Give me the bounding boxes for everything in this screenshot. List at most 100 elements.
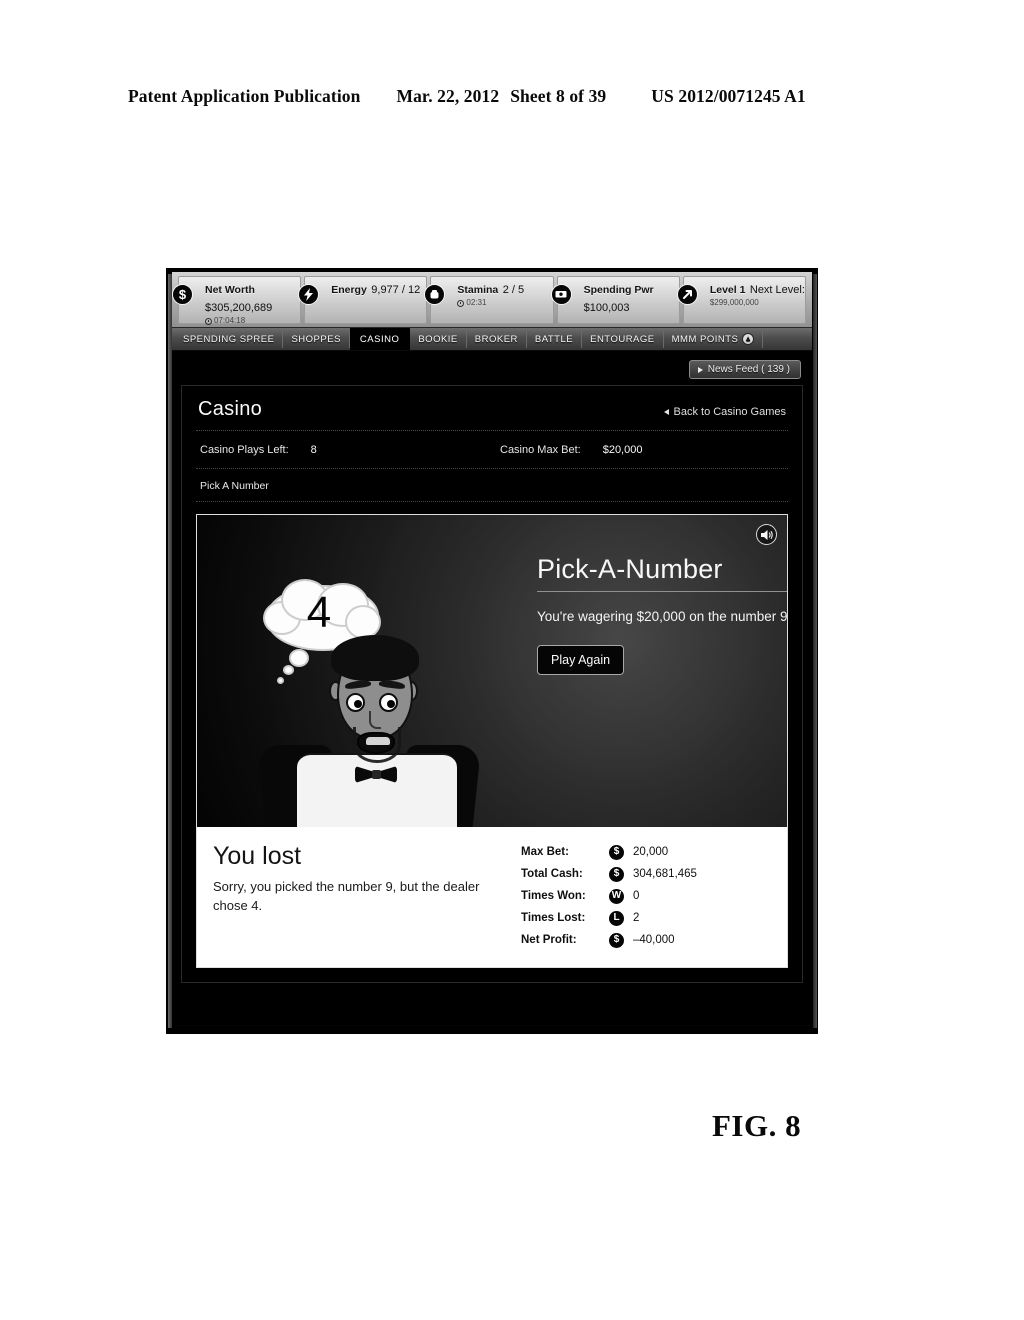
clock-icon: [457, 299, 465, 307]
stat-energy[interactable]: Energy 9,977 / 12: [298, 276, 428, 324]
result-body: Sorry, you picked the number 9, but the …: [213, 879, 480, 914]
table-row: Total Cash: $ 304,681,465: [521, 863, 771, 885]
nav-tab-broker[interactable]: BROKER: [467, 330, 527, 348]
result-heading: You lost: [213, 842, 302, 870]
triangle-left-icon: [663, 409, 669, 415]
player-stats-bar: $ Net Worth $305,200,689 07:04:18 Energy…: [172, 272, 812, 328]
dollar-icon: $: [609, 866, 624, 882]
back-to-casino-games-link[interactable]: Back to Casino Games: [663, 406, 786, 418]
nav-tab-mmm-points[interactable]: MMM POINTS ▲: [664, 330, 764, 348]
next-level-value: $299,000,000: [709, 298, 759, 307]
table-row: Times Won: W 0: [521, 885, 771, 907]
stat-net-worth[interactable]: $ Net Worth $305,200,689 07:04:18: [172, 276, 302, 326]
table-row: Max Bet: $ 20,000: [521, 841, 771, 863]
stat-spending-power[interactable]: Spending Pwr $100,003: [550, 276, 680, 324]
stat-row-label: Times Won:: [521, 890, 586, 902]
stat-timer-text: 07:04:18: [214, 316, 246, 325]
fist-icon: [424, 284, 446, 305]
casino-max-bet: Casino Max Bet: $20,000: [500, 444, 642, 456]
stat-timer: 07:04:18: [205, 316, 300, 326]
speaker-icon[interactable]: [756, 524, 777, 545]
casino-panel-header: Casino Back to Casino Games: [196, 386, 788, 431]
casino-meta-row: Casino Plays Left: 8 Casino Max Bet: $20…: [196, 431, 788, 469]
triangle-right-icon: [697, 366, 703, 373]
nav-tab-casino[interactable]: CASINO: [349, 328, 411, 350]
stat-timer: 02:31: [457, 298, 524, 308]
wager-text: You're wagering $20,000 on the number 9.: [537, 609, 787, 625]
pick-a-number-game: 4 Pick-A-Number You're wagering $20,000 …: [196, 514, 788, 968]
game-result-panel: You lost Sorry, you picked the number 9,…: [197, 827, 787, 967]
casino-panel: Casino Back to Casino Games Casino Plays…: [181, 385, 803, 983]
table-row: Net Profit: $ –40,000: [521, 929, 771, 951]
stat-row-label: Total Cash:: [521, 868, 583, 880]
mmm-points-icon: ▲: [742, 333, 755, 345]
nav-tab-label: MMM POINTS: [671, 333, 739, 345]
max-bet-label: Casino Max Bet:: [500, 444, 581, 456]
screenshot-frame: $ Net Worth $305,200,689 07:04:18 Energy…: [166, 268, 818, 1034]
stat-row-value: 20,000: [633, 846, 669, 858]
stat-label: Level 1: [709, 284, 746, 296]
lost-icon: L: [609, 910, 624, 926]
nav-tab-label: SPENDING SPREE: [183, 333, 275, 345]
patent-publication-number: US 2012/0071245 A1: [651, 86, 806, 106]
money-stack-icon: [550, 284, 572, 305]
game-copy-block: Pick-A-Number You're wagering $20,000 on…: [537, 555, 787, 675]
nav-tab-entourage[interactable]: ENTOURAGE: [582, 330, 664, 348]
casino-plays-left: Casino Plays Left: 8: [200, 444, 500, 456]
game-title: Pick-A-Number: [537, 555, 787, 593]
nav-tab-label: SHOPPES: [291, 333, 341, 345]
stat-label: Net Worth: [205, 284, 255, 296]
plays-left-value: 8: [310, 444, 317, 456]
arrow-up-icon: [676, 284, 698, 305]
stat-value: Next Level:: [749, 284, 805, 296]
nav-tab-label: CASINO: [359, 333, 400, 345]
news-feed-row: News Feed ( 139 ): [181, 357, 803, 385]
news-feed-label: News Feed ( 139 ): [707, 364, 790, 375]
lightning-icon: [298, 284, 320, 305]
nav-tab-spending-spree[interactable]: SPENDING SPREE: [175, 330, 284, 348]
nav-tab-label: BATTLE: [534, 333, 574, 345]
stat-label: Stamina: [457, 284, 499, 296]
dollar-icon: $: [172, 284, 193, 305]
stat-row-value: –40,000: [633, 934, 675, 946]
max-bet-value: $20,000: [602, 444, 643, 456]
stat-row-label: Max Bet:: [521, 846, 569, 858]
nav-tab-battle[interactable]: BATTLE: [527, 330, 583, 348]
stat-stamina[interactable]: Stamina 2 / 5 02:31: [424, 276, 554, 324]
game-stage: 4 Pick-A-Number You're wagering $20,000 …: [197, 515, 787, 827]
won-icon: W: [609, 888, 624, 904]
stat-timer-text: 02:31: [466, 298, 487, 307]
bowtie: [355, 766, 397, 783]
stat-value: $100,003: [583, 302, 630, 314]
nav-tab-label: BOOKIE: [418, 333, 458, 345]
stat-row-label: Times Lost:: [521, 912, 586, 924]
table-row: Times Lost: L 2: [521, 907, 771, 929]
nav-tab-label: ENTOURAGE: [590, 333, 655, 345]
dollar-icon: $: [609, 844, 624, 860]
result-stats-table: Max Bet: $ 20,000 Total Cash: $ 304,681,…: [513, 841, 771, 951]
figure-caption: FIG. 8: [712, 1108, 802, 1143]
next-level-amount: $299,000,000: [710, 298, 805, 308]
play-again-button[interactable]: Play Again: [537, 644, 625, 675]
dollar-icon: $: [609, 932, 624, 948]
patent-header: Patent Application Publication Mar. 22, …: [128, 86, 896, 107]
stat-label: Spending Pwr: [583, 284, 654, 296]
stat-row-value: 2: [633, 912, 640, 924]
nav-tab-bookie[interactable]: BOOKIE: [410, 330, 467, 348]
stat-value: $305,200,689: [205, 302, 273, 314]
main-navigation: SPENDING SPREE SHOPPES CASINO BOOKIE BRO…: [172, 328, 812, 351]
page-body: News Feed ( 139 ) Casino Back to Casino …: [172, 351, 812, 1025]
plays-left-label: Casino Plays Left:: [200, 444, 289, 456]
nav-tab-shoppes[interactable]: SHOPPES: [283, 330, 350, 348]
clock-icon: [205, 317, 212, 325]
dealer-chosen-number: 4: [306, 588, 332, 637]
stat-row-label: Net Profit:: [521, 934, 577, 946]
stat-level[interactable]: Level 1 Next Level: $299,000,000: [676, 276, 807, 324]
stat-label: Energy: [331, 284, 367, 296]
page-title: Casino: [198, 398, 263, 420]
result-message: You lost Sorry, you picked the number 9,…: [213, 841, 513, 951]
patent-sheet-number: Sheet 8 of 39: [510, 86, 607, 106]
news-feed-button[interactable]: News Feed ( 139 ): [688, 360, 801, 379]
nav-tab-label: BROKER: [474, 333, 518, 345]
game-window: $ Net Worth $305,200,689 07:04:18 Energy…: [172, 272, 812, 1026]
